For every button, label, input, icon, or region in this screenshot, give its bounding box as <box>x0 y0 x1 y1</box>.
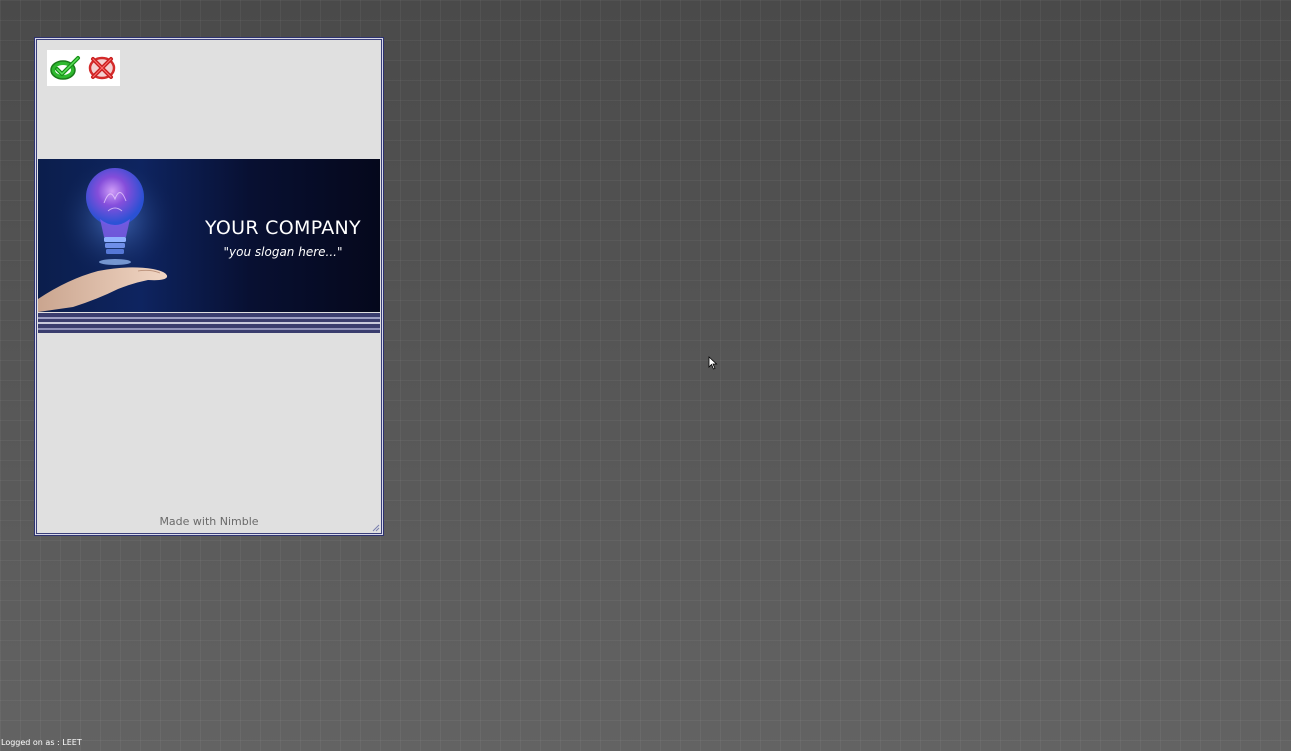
mouse-cursor-icon <box>708 356 718 370</box>
window-toolbar <box>47 50 120 86</box>
company-banner: YOUR COMPANY "you slogan here..." <box>38 159 380 312</box>
green-check-icon <box>50 56 81 80</box>
confirm-button[interactable] <box>49 53 81 83</box>
cancel-button[interactable] <box>86 53 118 83</box>
logged-on-status: Logged on as : LEET <box>1 738 82 747</box>
red-x-circle-icon <box>88 56 115 80</box>
made-with-label: Made with Nimble <box>159 515 259 528</box>
decorative-stripes <box>38 312 380 336</box>
company-slogan: "you slogan here..." <box>223 245 343 259</box>
editor-window: YOUR COMPANY "you slogan here..." Made w… <box>36 39 382 534</box>
resize-grip-icon[interactable] <box>372 524 380 532</box>
company-name: YOUR COMPANY <box>205 217 361 239</box>
